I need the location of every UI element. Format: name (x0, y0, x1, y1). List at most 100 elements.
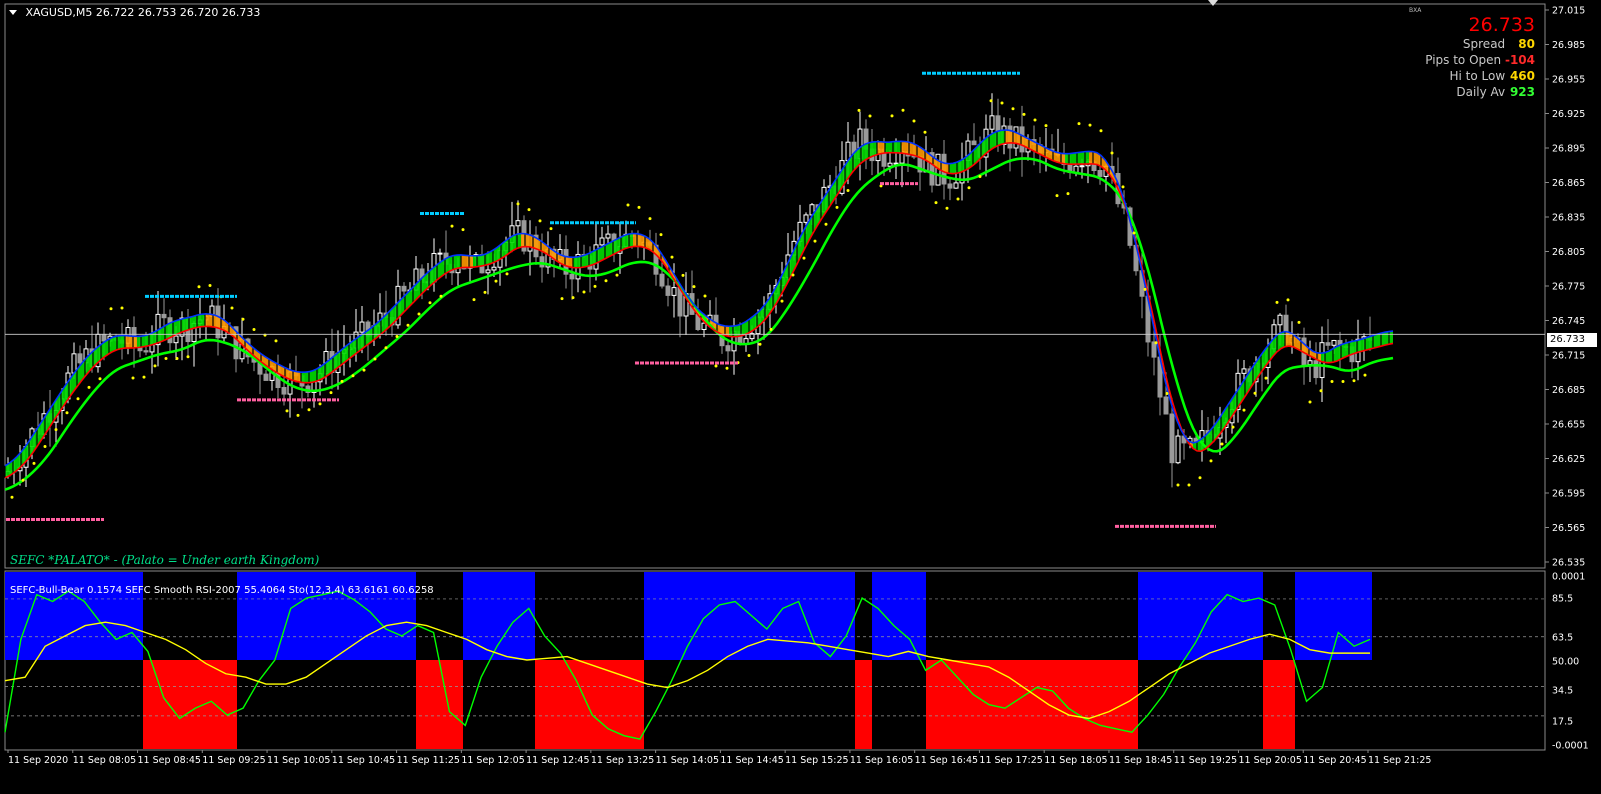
candle-body (1079, 165, 1085, 168)
dot-marker (1121, 185, 1125, 189)
dot-marker (945, 206, 949, 210)
dot-marker (131, 376, 135, 380)
dot-marker (175, 356, 179, 360)
time-axis-label: 11 Sep 08:45 (138, 755, 201, 766)
dot-marker (758, 342, 762, 346)
candle-body (1175, 435, 1181, 464)
dot-marker (747, 354, 751, 358)
time-axis-label: 11 Sep 16:05 (850, 755, 913, 766)
symbol-header: XAGUSD,M5 26.722 26.753 26.720 26.733 (9, 6, 260, 19)
dot-marker (241, 317, 245, 321)
info-price: 26.733 (1468, 14, 1535, 36)
dot-marker (109, 307, 113, 311)
dot-marker (439, 294, 443, 298)
dot-marker (1286, 298, 1290, 302)
dot-marker (1308, 400, 1312, 404)
candle-body (491, 266, 497, 271)
dot-marker (362, 368, 366, 372)
time-axis-label: 11 Sep 12:05 (461, 755, 524, 766)
time-axis-label: 11 Sep 09:25 (202, 755, 265, 766)
time-axis-label: 11 Sep 15:25 (785, 755, 848, 766)
price-chart-svg[interactable]: 27.015 26.985 26.955 26.925 26.895 26.865 26.8… (0, 0, 1601, 790)
time-axis-label: 11 Sep 16:45 (915, 755, 978, 766)
dot-marker (714, 364, 718, 368)
info-value: 80 (1518, 37, 1535, 51)
time-axis-label: 11 Sep 12:45 (526, 755, 589, 766)
regime-bull-block (463, 572, 535, 660)
candle-body (401, 285, 407, 292)
dot-marker (549, 227, 553, 231)
symbol-label: XAGUSD,M5 (25, 6, 93, 19)
info-row-pips-to-open: Pips to Open -104 (1425, 52, 1535, 68)
dot-marker (384, 346, 388, 350)
dot-marker (120, 306, 124, 310)
dot-marker (604, 279, 608, 283)
dot-marker (703, 294, 707, 298)
price-axis-label: 26.775 (1552, 282, 1585, 293)
candle-body (101, 333, 107, 342)
dot-marker (417, 312, 421, 316)
candle-body (971, 140, 977, 146)
info-label: Pips to Open (1425, 53, 1502, 67)
dot-marker (791, 273, 795, 277)
dot-marker (615, 273, 619, 277)
dot-marker (153, 364, 157, 368)
dot-marker (1000, 101, 1004, 105)
dot-marker (54, 428, 58, 432)
dot-marker (1066, 192, 1070, 196)
price-axis-label: 26.805 (1552, 247, 1585, 258)
price-axis-label: 26.655 (1552, 420, 1585, 431)
time-axis-label: 11 Sep 21:25 (1368, 755, 1431, 766)
price-axis-label: 26.715 (1552, 351, 1585, 362)
dot-marker (197, 285, 201, 289)
dot-marker (538, 219, 542, 223)
chart-window[interactable]: 27.015 26.985 26.955 26.925 26.895 26.865 26.8… (0, 0, 1601, 790)
time-axis-label: 11 Sep 20:45 (1303, 755, 1366, 766)
dot-marker (835, 205, 839, 209)
dot-marker (340, 379, 344, 383)
candle-body (1307, 360, 1313, 365)
dot-marker (87, 385, 91, 389)
dot-marker (351, 374, 355, 378)
ribbon-segment (141, 335, 145, 348)
dot-marker (76, 397, 80, 401)
dot-marker (637, 205, 641, 209)
dot-marker (1154, 341, 1158, 345)
candle-body (1097, 170, 1103, 177)
shift-marker-icon[interactable] (1208, 0, 1218, 6)
price-axis-label: 26.925 (1552, 109, 1585, 120)
info-label: Hi to Low (1449, 69, 1506, 83)
candle-body (173, 335, 179, 344)
candle-body (1331, 339, 1337, 346)
dot-marker (890, 114, 894, 118)
candle-body (659, 273, 665, 287)
dot-marker (780, 299, 784, 303)
info-row-daily-av: Daily Av 923 (1425, 84, 1535, 100)
dot-marker (1319, 389, 1323, 393)
dot-marker (648, 217, 652, 221)
dropdown-triangle-icon[interactable] (9, 10, 17, 15)
candle-body (701, 322, 707, 331)
dot-marker (1033, 118, 1037, 122)
dot-marker (989, 99, 993, 103)
dot-marker (571, 296, 575, 300)
regime-bull-block (1138, 572, 1263, 660)
ribbon-segment (205, 313, 209, 327)
candle-body (161, 313, 167, 319)
dot-marker (43, 445, 47, 449)
regime-bear-block (1263, 660, 1295, 749)
info-panel: 26.733 Spread 80 Pips to Open -104 Hi to… (1425, 14, 1535, 100)
candle-body (947, 183, 953, 189)
ribbon-segment (189, 316, 193, 330)
candle-body (71, 353, 77, 374)
candles-group (5, 93, 1373, 488)
ribbon-segment (197, 314, 201, 328)
info-value: -104 (1504, 53, 1535, 67)
info-row-spread: Spread 80 (1425, 36, 1535, 52)
regime-bull-block (872, 572, 926, 660)
dot-marker (857, 108, 861, 112)
dot-marker (1187, 483, 1191, 487)
indicator-header: SEFC-Bull-Bear 0.1574 SEFC Smooth RSI-20… (10, 585, 434, 596)
corner-tag: BXA (1409, 7, 1422, 14)
dot-marker (1088, 123, 1092, 127)
